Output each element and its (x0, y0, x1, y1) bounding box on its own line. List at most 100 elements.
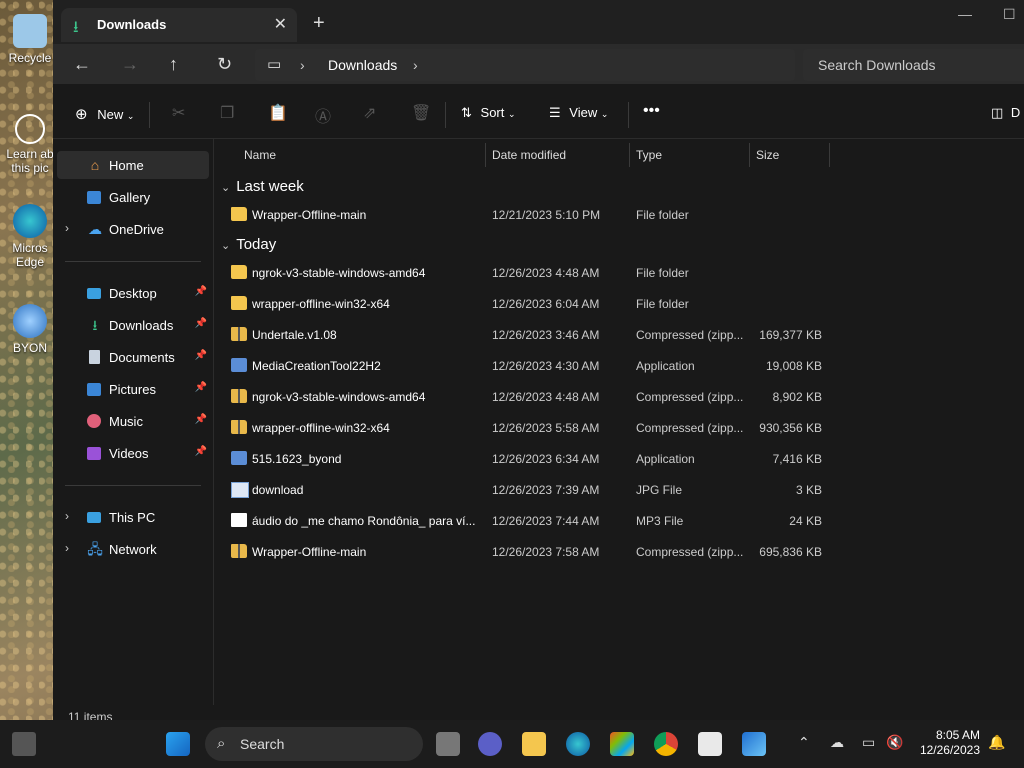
column-header-name[interactable]: Name (244, 148, 276, 162)
task-view-icon[interactable] (436, 732, 460, 756)
pin-icon: 📌 (194, 414, 207, 425)
nav-item-network[interactable]: › 🖧 Network (57, 535, 209, 563)
taskbar-search[interactable]: ⌕ Search (205, 727, 423, 761)
file-name: ngrok-v3-stable-windows-amd64 (252, 390, 426, 404)
close-tab-icon[interactable]: ✕ (274, 14, 287, 34)
share-icon[interactable]: ⇗ (363, 103, 376, 123)
copy-icon[interactable]: ❐ (220, 103, 234, 123)
column-header-size[interactable]: Size (756, 148, 779, 162)
edge-icon[interactable] (566, 732, 590, 756)
maximize-button[interactable]: ☐ (1003, 6, 1016, 23)
app-icon (231, 451, 247, 465)
file-type: Application (636, 359, 695, 373)
chevron-right-icon[interactable]: › (65, 509, 69, 523)
nav-item-desktop[interactable]: Desktop 📌 (57, 279, 209, 307)
search-input[interactable]: Search Downloads (803, 49, 1024, 81)
nav-item-onedrive[interactable]: › ☁ OneDrive (57, 215, 209, 243)
file-row[interactable]: 515.1623_byond 12/26/2023 6:34 AM Applicat… (223, 445, 823, 473)
file-row[interactable]: ngrok-v3-stable-windows-amd64 12/26/2023 … (223, 383, 823, 411)
onedrive-icon[interactable]: ☁ (830, 734, 844, 751)
desktop-icon-edge[interactable]: Micros Edge (4, 204, 56, 269)
chevron-right-icon[interactable]: › (65, 541, 69, 555)
teams-icon[interactable] (478, 732, 502, 756)
chevron-right-icon[interactable]: › (413, 57, 418, 73)
taskbar: ⌕ Search ⌃ ☁ ▭ 🔇 8:05 AM 12/26/2023 🔔 (0, 720, 1024, 768)
network-status-icon[interactable]: ▭ (862, 734, 875, 751)
file-row[interactable]: Undertale.v1.08 12/26/2023 3:46 AM Compres… (223, 321, 823, 349)
store-icon[interactable] (610, 732, 634, 756)
clock[interactable]: 8:05 AM 12/26/2023 (920, 728, 980, 758)
chrome-icon[interactable] (654, 732, 678, 756)
forward-button[interactable]: → (121, 54, 139, 75)
column-header-type[interactable]: Type (636, 148, 662, 162)
nav-item-music[interactable]: Music 📌 (57, 407, 209, 435)
nav-item-gallery[interactable]: Gallery (57, 183, 209, 211)
widgets-icon[interactable] (12, 732, 36, 756)
delete-icon[interactable]: 🗑 (411, 103, 431, 123)
breadcrumb-downloads[interactable]: Downloads (328, 57, 397, 73)
details-pane-button[interactable]: ◫ D (991, 105, 1020, 121)
snipping-tool-icon[interactable] (698, 732, 722, 756)
nav-label: OneDrive (109, 222, 164, 237)
desktop-icon-label: BYON (12, 341, 47, 355)
desktop-icon-label: Recycle (8, 51, 52, 65)
volume-muted-icon[interactable]: 🔇 (886, 734, 903, 751)
file-row[interactable]: áudio do _me chamo Rondônia_ para ví... 1… (223, 507, 823, 535)
column-header-date[interactable]: Date modified (492, 148, 566, 162)
file-date-modified: 12/26/2023 4:30 AM (492, 359, 600, 373)
address-bar[interactable]: ▭ › Downloads › (255, 49, 795, 81)
rename-icon[interactable]: Ⓐ (315, 103, 331, 127)
desktop-icon (87, 288, 101, 299)
clock-date: 12/26/2023 (919, 743, 980, 757)
nav-item-this-pc[interactable]: › This PC (57, 503, 209, 531)
chevron-up-icon[interactable]: ⌃ (798, 734, 810, 751)
file-row[interactable]: ngrok-v3-stable-windows-amd64 12/26/2023 … (223, 259, 823, 287)
tab-downloads[interactable]: ⭳ Downloads ✕ (61, 8, 297, 42)
new-tab-button[interactable]: + (313, 12, 325, 35)
column-divider[interactable] (749, 143, 750, 167)
sort-button[interactable]: ⇅ Sort ⌄ (461, 105, 516, 121)
file-row[interactable]: download 12/26/2023 7:39 AM JPG File 3 KB (223, 476, 823, 504)
view-icon: ☰ (549, 105, 561, 120)
view-button[interactable]: ☰ View ⌄ (549, 105, 608, 121)
start-button[interactable] (166, 732, 190, 756)
new-button[interactable]: ⊕ New ⌄ (75, 105, 134, 123)
file-explorer-icon[interactable] (522, 732, 546, 756)
nav-item-home[interactable]: ⌂ Home (57, 151, 209, 179)
sort-icon: ⇅ (461, 105, 472, 120)
photos-icon[interactable] (742, 732, 766, 756)
chevron-down-icon: ⌄ (126, 111, 135, 121)
back-button[interactable]: ← (73, 54, 91, 75)
more-options-icon[interactable]: ••• (643, 102, 660, 120)
file-row[interactable]: Wrapper-Offline-main 12/21/2023 5:10 PM Fi… (223, 201, 823, 229)
file-name: 515.1623_byond (252, 452, 342, 466)
refresh-button[interactable]: ↻ (217, 54, 232, 75)
column-divider[interactable] (485, 143, 486, 167)
paste-icon[interactable]: 📋 (268, 103, 288, 123)
chevron-right-icon[interactable]: › (300, 57, 305, 73)
column-divider[interactable] (829, 143, 830, 167)
nav-item-downloads[interactable]: ⭳ Downloads 📌 (57, 311, 209, 339)
desktop-icon-learn-about-picture[interactable]: Learn ab this pic (4, 114, 56, 175)
minimize-button[interactable]: — (958, 6, 972, 22)
nav-item-videos[interactable]: Videos 📌 (57, 439, 209, 467)
music-icon (87, 414, 101, 428)
address-bar-row: ← → ↑ ↻ ▭ › Downloads › Search Downloads (53, 44, 1024, 84)
group-header-today[interactable]: ⌄ Today (221, 236, 276, 253)
up-button[interactable]: ↑ (169, 54, 178, 75)
column-divider[interactable] (629, 143, 630, 167)
chevron-right-icon[interactable]: › (65, 221, 69, 235)
desktop-icon-recycle-bin[interactable]: Recycle (4, 14, 56, 65)
nav-item-pictures[interactable]: Pictures 📌 (57, 375, 209, 403)
file-row[interactable]: wrapper-offline-win32-x64 12/26/2023 6:04… (223, 290, 823, 318)
file-size: 169,377 KB (759, 328, 822, 342)
file-row[interactable]: wrapper-offline-win32-x64 12/26/2023 5:58… (223, 414, 823, 442)
file-row[interactable]: Wrapper-Offline-main 12/26/2023 7:58 AM Co… (223, 538, 823, 566)
nav-item-documents[interactable]: Documents 📌 (57, 343, 209, 371)
desktop-icon-label: Learn ab this pic (6, 147, 54, 175)
cut-icon[interactable]: ✂ (172, 103, 185, 123)
file-row[interactable]: MediaCreationTool22H2 12/26/2023 4:30 AM A… (223, 352, 823, 380)
notification-bell-icon[interactable]: 🔔 (988, 734, 1005, 751)
desktop-icon-byond[interactable]: BYON (4, 304, 56, 355)
group-header-last-week[interactable]: ⌄ Last week (221, 178, 304, 195)
